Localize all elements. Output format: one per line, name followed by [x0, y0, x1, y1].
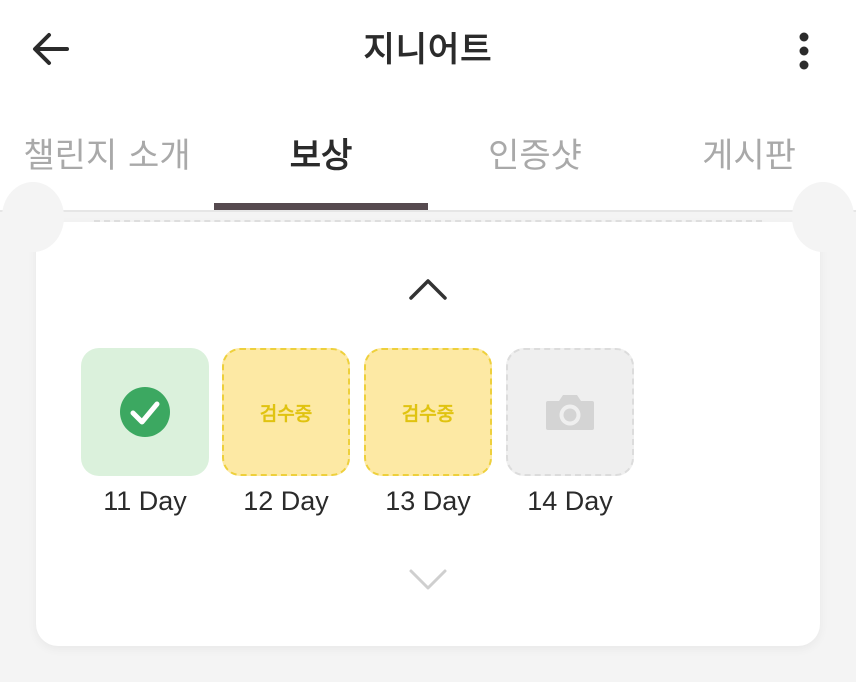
more-menu-button[interactable]	[786, 28, 822, 74]
day-tile-empty	[506, 348, 634, 476]
day-item-11[interactable]: 11 Day	[81, 348, 209, 517]
chevron-down-icon	[409, 569, 447, 590]
day-label: 12 Day	[243, 486, 329, 516]
day-tile-done	[81, 348, 209, 476]
review-status-text: 검수중	[259, 402, 313, 425]
day-label: 13 Day	[385, 486, 471, 516]
card-notch-left	[2, 182, 64, 252]
tab-label: 챌린지 소개	[23, 136, 191, 176]
day-tile-review: 검수중	[222, 348, 350, 476]
chevron-up-icon	[409, 279, 447, 300]
tab-rewards[interactable]: 보상	[214, 108, 428, 210]
day-item-14[interactable]: 14 Day	[506, 348, 634, 517]
more-vertical-icon	[799, 32, 809, 70]
check-circle-icon	[120, 387, 170, 437]
day-tile-review: 검수중	[364, 348, 492, 476]
tab-proof-shots[interactable]: 인증샷	[428, 108, 642, 208]
tab-label: 보상	[289, 136, 353, 176]
camera-icon	[546, 395, 594, 430]
expand-button[interactable]	[406, 562, 450, 596]
day-label: 14 Day	[527, 486, 613, 516]
card-notch-right	[792, 182, 854, 252]
day-item-13[interactable]: 검수중 13 Day	[364, 348, 492, 517]
day-item-12[interactable]: 검수중 12 Day	[222, 348, 350, 517]
reward-card: 11 Day 검수중 12 Day 검수중 13 Day 14 Day	[2, 182, 854, 646]
day-label: 11 Day	[103, 486, 187, 516]
collapse-button[interactable]	[406, 272, 450, 306]
dashed-divider	[94, 220, 762, 222]
tab-label: 인증샷	[488, 136, 582, 176]
app-header: 지니어트 챌린지 소개 보상 인증샷 게시판	[0, 0, 856, 212]
review-status-text: 검수중	[401, 402, 455, 425]
page-title: 지니어트	[363, 30, 493, 70]
tab-bar: 챌린지 소개 보상 인증샷 게시판	[0, 108, 856, 210]
tab-label: 게시판	[702, 136, 796, 176]
active-tab-indicator	[214, 203, 428, 210]
